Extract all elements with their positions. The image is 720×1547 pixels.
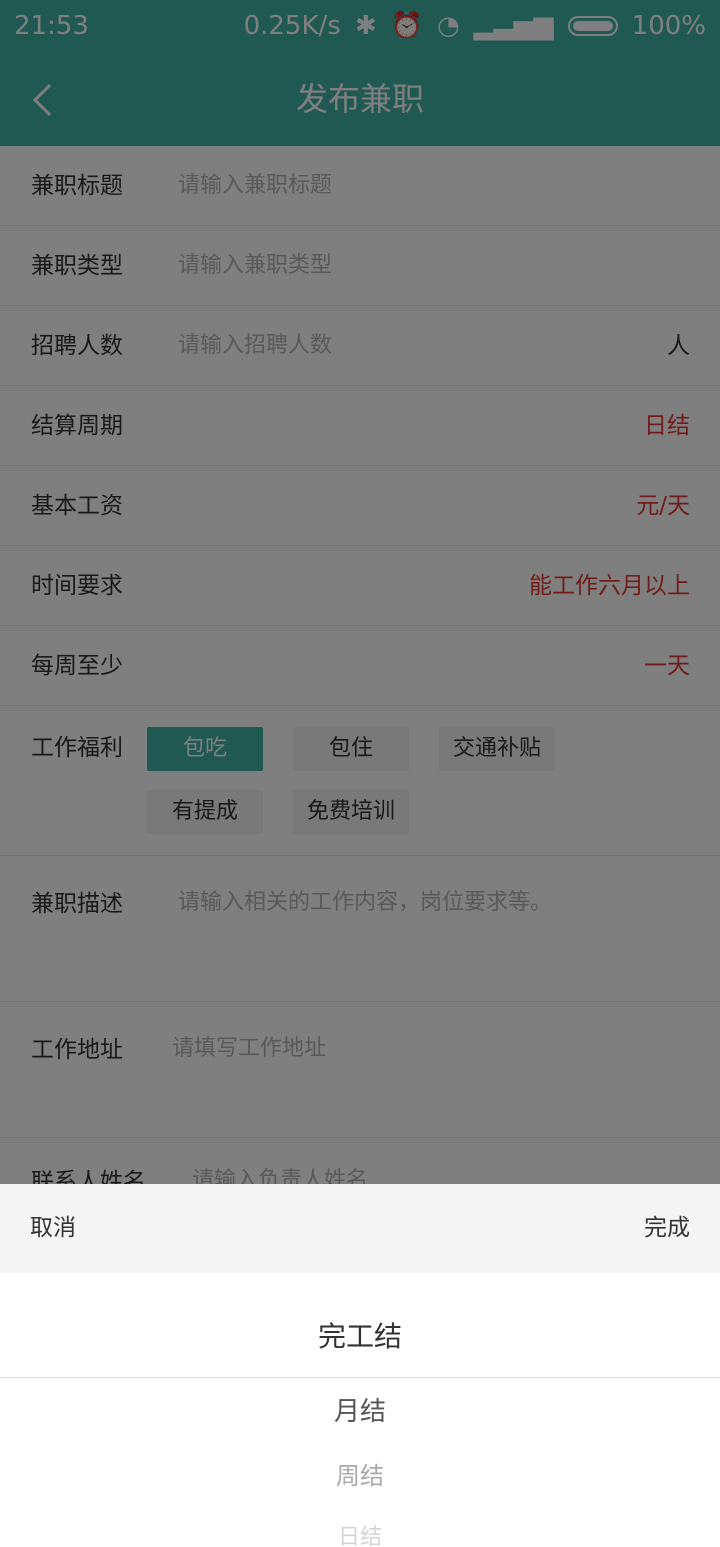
picker-wheel[interactable]: 完工结 月结 周结 日结: [0, 1273, 720, 1547]
picker-divider: [0, 1377, 720, 1378]
cancel-button[interactable]: 取消: [30, 1184, 76, 1273]
settlement-picker-sheet: 取消 完成 完工结 月结 周结 日结: [0, 1184, 720, 1547]
picker-toolbar: 取消 完成: [0, 1184, 720, 1273]
done-button[interactable]: 完成: [644, 1184, 690, 1273]
picker-option[interactable]: 完工结: [0, 1315, 720, 1355]
picker-option[interactable]: 月结: [0, 1391, 720, 1428]
picker-option[interactable]: 日结: [0, 1519, 720, 1547]
picker-option[interactable]: 周结: [0, 1456, 720, 1491]
modal-overlay[interactable]: [0, 0, 720, 1184]
